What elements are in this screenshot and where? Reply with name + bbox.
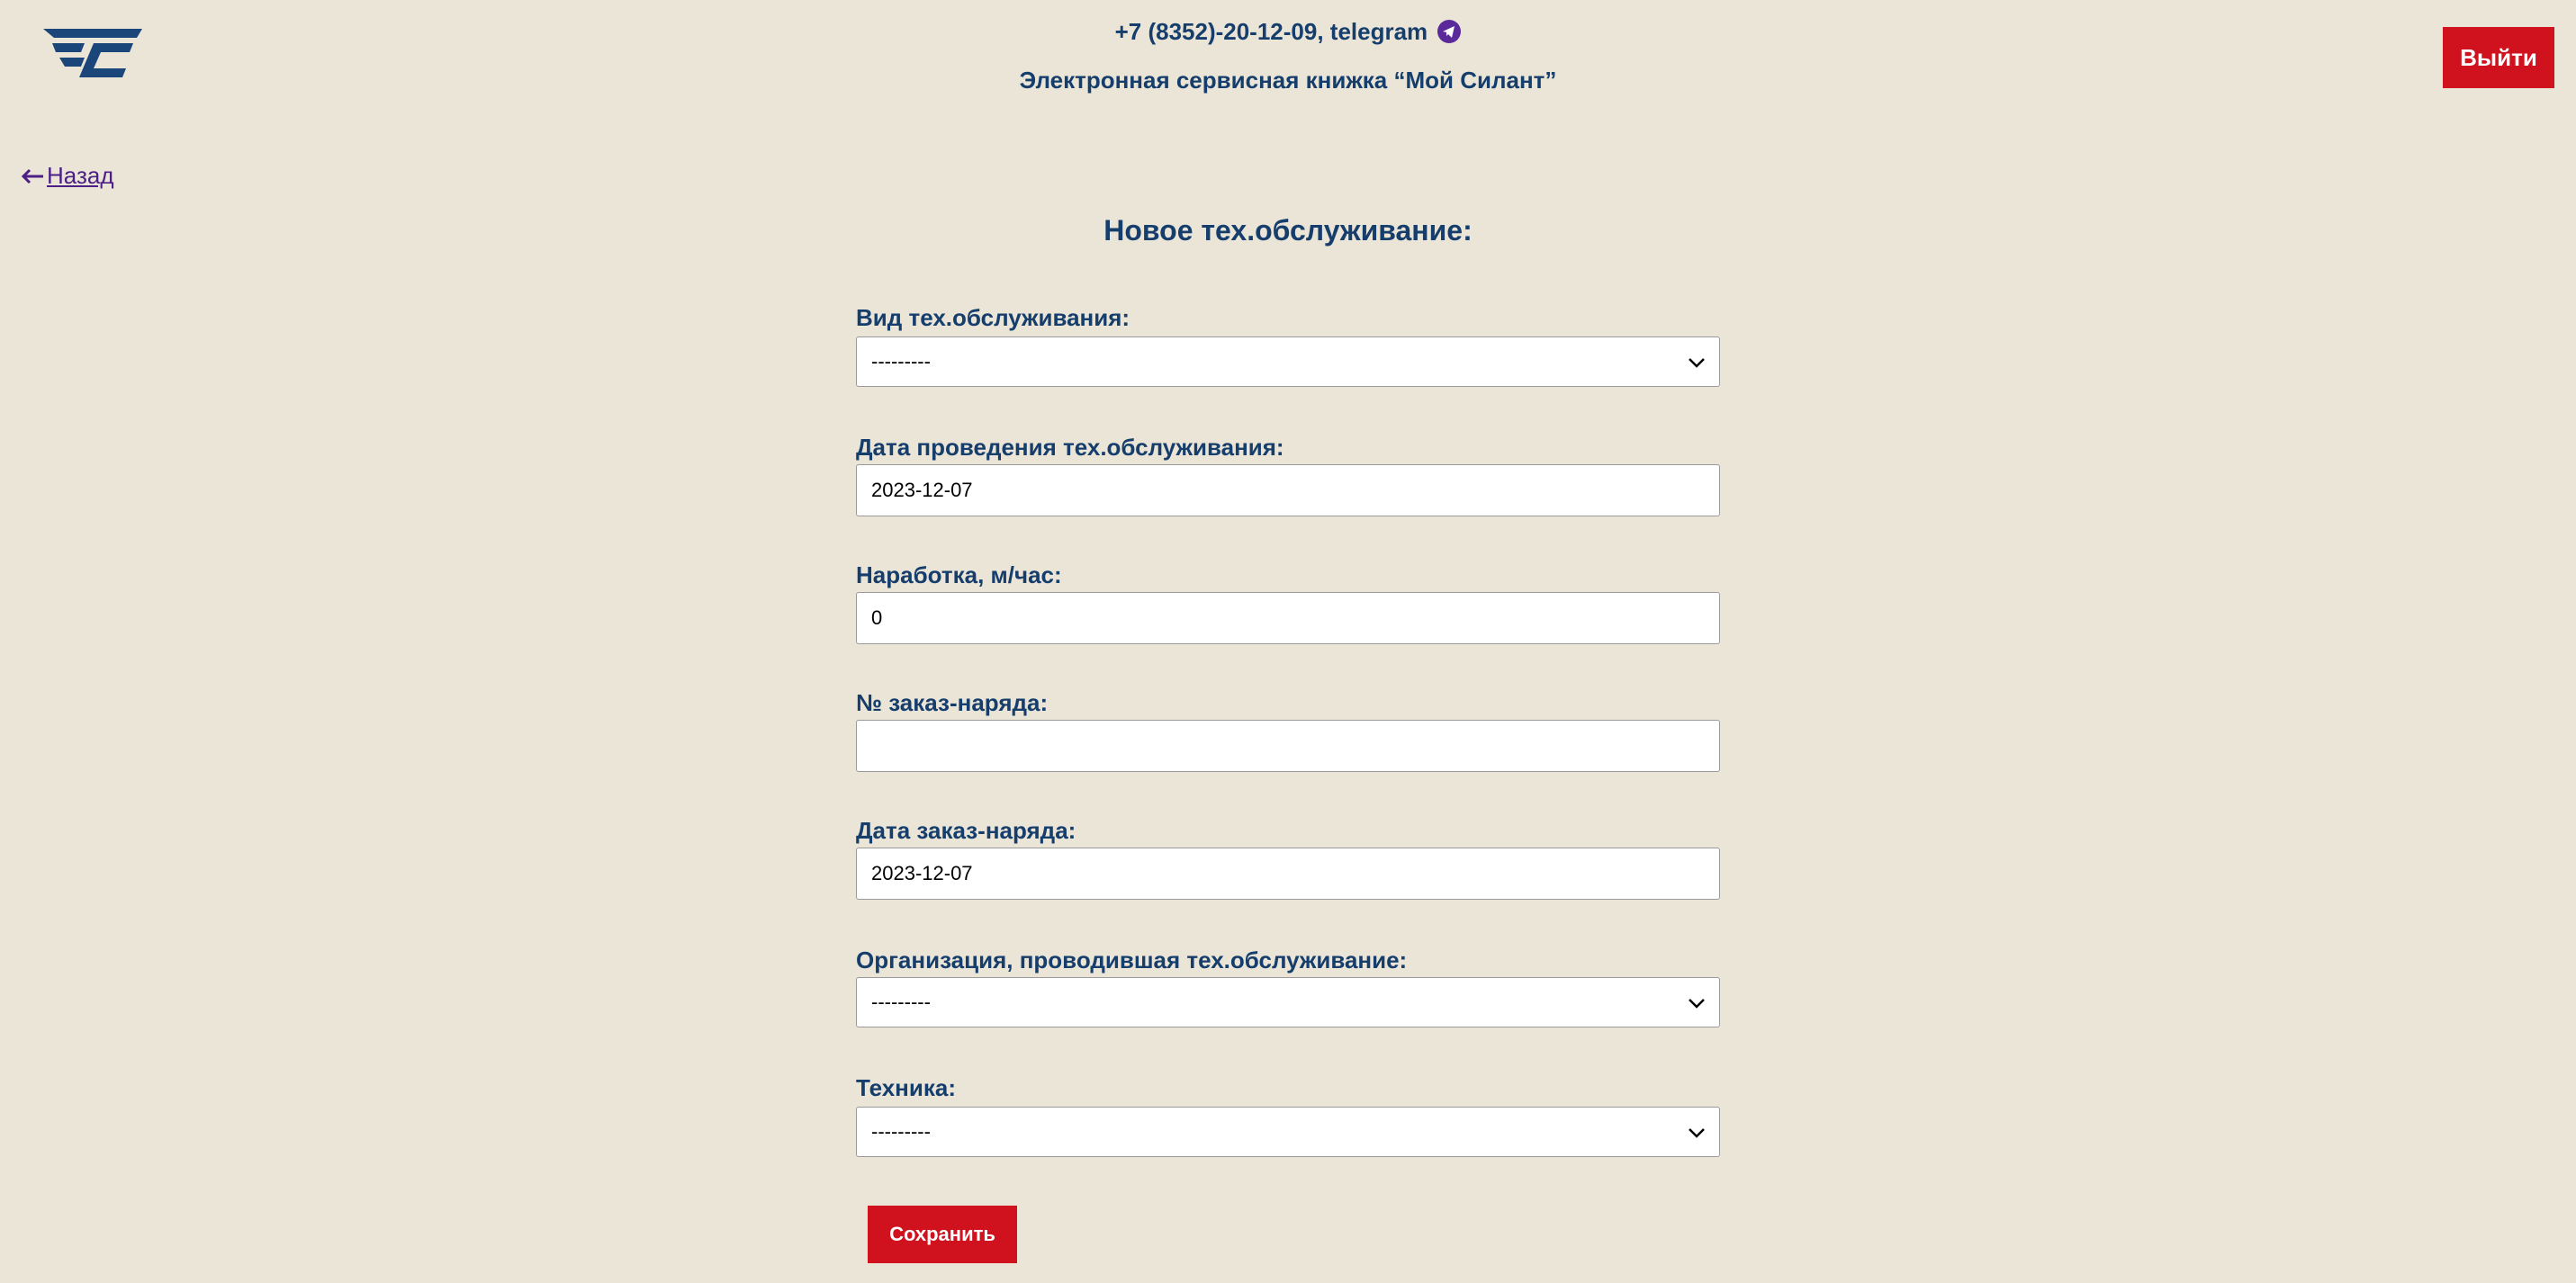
field-order-date: Дата заказ-наряда: 2023-12-07 <box>856 815 1720 900</box>
maintenance-type-label: Вид тех.обслуживания: <box>856 304 1130 331</box>
logout-button[interactable]: Выйти <box>2443 27 2554 88</box>
field-maintenance-date: Дата проведения тех.обслуживания: 2023-1… <box>856 432 1720 516</box>
order-number-label: № заказ-наряда: <box>856 689 1049 716</box>
order-number-input[interactable] <box>856 720 1720 772</box>
phone-text: +7 (8352)-20-12-09, telegram <box>1114 18 1428 45</box>
page: +7 (8352)-20-12-09, telegram Электронная… <box>0 0 2576 1283</box>
service-organization-value: --------- <box>871 991 931 1013</box>
chevron-down-icon <box>1689 1128 1705 1138</box>
maintenance-date-label: Дата проведения тех.обслуживания: <box>856 434 1284 461</box>
operating-hours-input[interactable]: 0 <box>856 592 1720 644</box>
save-button[interactable]: Сохранить <box>868 1206 1017 1263</box>
machine-select[interactable]: --------- <box>856 1107 1720 1157</box>
chevron-down-icon <box>1689 999 1705 1009</box>
operating-hours-label: Наработка, м/час: <box>856 561 1062 588</box>
form-title: Новое тех.обслуживание: <box>1103 214 1473 247</box>
order-date-value: 2023-12-07 <box>871 862 973 884</box>
back-link-label: Назад <box>47 162 114 189</box>
maintenance-type-select[interactable]: --------- <box>856 336 1720 387</box>
machine-value: --------- <box>871 1120 931 1143</box>
field-machine: Техника: --------- <box>856 1072 1720 1157</box>
order-date-label: Дата заказ-наряда: <box>856 817 1076 844</box>
operating-hours-value: 0 <box>871 606 883 629</box>
telegram-icon[interactable] <box>1437 20 1462 43</box>
maintenance-date-value: 2023-12-07 <box>871 479 973 501</box>
service-organization-select[interactable]: --------- <box>856 977 1720 1027</box>
field-maintenance-type: Вид тех.обслуживания: --------- <box>856 302 1720 387</box>
header-contact: +7 (8352)-20-12-09, telegram <box>0 18 2576 46</box>
arrow-left-icon <box>21 168 43 184</box>
field-service-organization: Организация, проводившая тех.обслуживани… <box>856 945 1720 1027</box>
chevron-down-icon <box>1689 358 1705 368</box>
field-operating-hours: Наработка, м/час: 0 <box>856 560 1720 644</box>
field-order-number: № заказ-наряда: <box>856 687 1720 772</box>
machine-label: Техника: <box>856 1074 956 1101</box>
order-date-input[interactable]: 2023-12-07 <box>856 848 1720 900</box>
service-organization-label: Организация, проводившая тех.обслуживани… <box>856 947 1408 973</box>
back-link[interactable]: Назад <box>20 162 114 190</box>
maintenance-type-value: --------- <box>871 350 931 372</box>
maintenance-form: Вид тех.обслуживания: --------- Дата про… <box>856 302 1720 1157</box>
maintenance-date-input[interactable]: 2023-12-07 <box>856 464 1720 516</box>
header-title: Электронная сервисная книжка “Мой Силант… <box>1019 67 1557 94</box>
